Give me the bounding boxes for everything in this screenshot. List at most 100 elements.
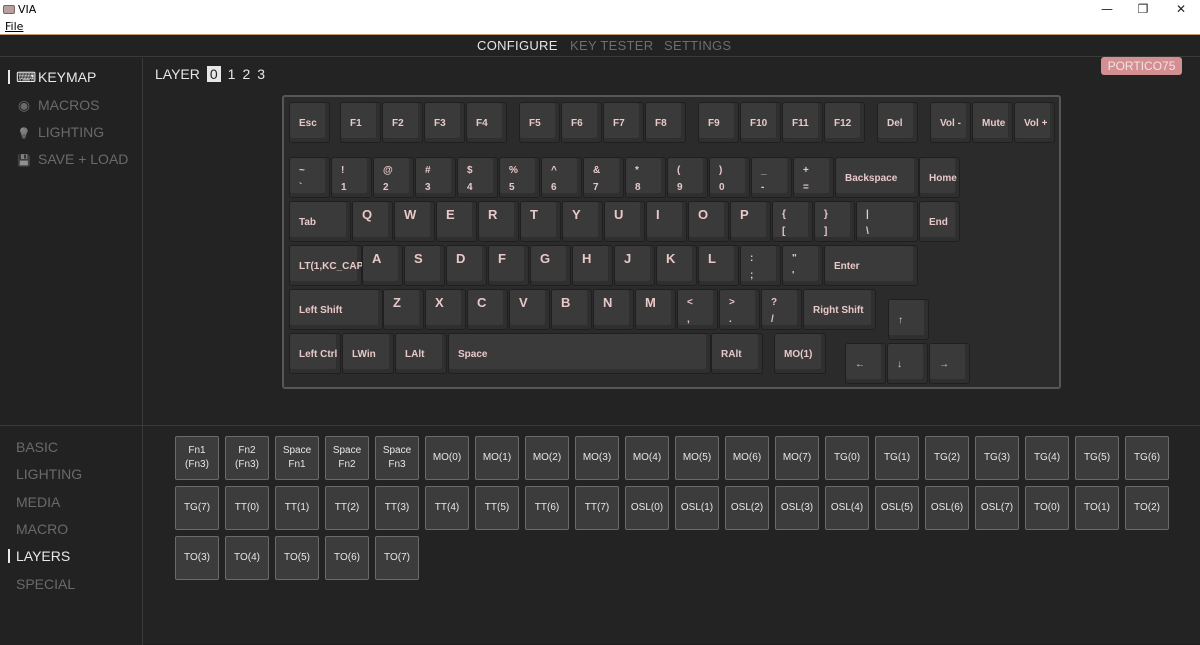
key[interactable]: Left Ctrl bbox=[289, 333, 341, 374]
key[interactable]: * 8 bbox=[625, 157, 667, 198]
key[interactable]: U bbox=[604, 201, 646, 242]
key[interactable]: V bbox=[509, 289, 551, 330]
sidebar-item-save-load[interactable]: 💾 SAVE + LOAD bbox=[16, 151, 128, 167]
key[interactable]: Del bbox=[877, 102, 919, 143]
key[interactable]: < , bbox=[677, 289, 719, 330]
key[interactable]: LWin bbox=[342, 333, 394, 374]
key[interactable]: W bbox=[394, 201, 436, 242]
sidebar-item-macros[interactable]: ◉ MACROS bbox=[16, 97, 100, 114]
keycode-button[interactable]: TT(1) bbox=[275, 486, 319, 530]
keycode-button[interactable]: TG(5) bbox=[1075, 436, 1119, 480]
key[interactable]: % 5 bbox=[499, 157, 541, 198]
key[interactable]: N bbox=[593, 289, 635, 330]
keycode-button[interactable]: TG(3) bbox=[975, 436, 1019, 480]
key[interactable]: $ 4 bbox=[457, 157, 499, 198]
key[interactable]: | \ bbox=[856, 201, 919, 242]
keycode-button[interactable]: TO(2) bbox=[1125, 486, 1169, 530]
layer-2-button[interactable]: 2 bbox=[242, 66, 250, 82]
category-layers[interactable]: LAYERS bbox=[7, 548, 70, 564]
key[interactable]: { [ bbox=[772, 201, 814, 242]
keycode-button[interactable]: TO(0) bbox=[1025, 486, 1069, 530]
keycode-button[interactable]: Fn1 (Fn3) bbox=[175, 436, 219, 480]
key[interactable]: Space bbox=[448, 333, 712, 374]
key[interactable]: " ' bbox=[782, 245, 824, 286]
key[interactable]: Backspace bbox=[835, 157, 919, 198]
maximize-button[interactable]: ❐ bbox=[1128, 1, 1158, 17]
key[interactable]: > . bbox=[719, 289, 761, 330]
keycode-button[interactable]: TO(1) bbox=[1075, 486, 1119, 530]
layer-1-button[interactable]: 1 bbox=[228, 66, 236, 82]
keycode-button[interactable]: TO(5) bbox=[275, 536, 319, 580]
tab-configure[interactable]: CONFIGURE bbox=[477, 38, 558, 53]
key[interactable]: X bbox=[425, 289, 467, 330]
keycode-button[interactable]: TG(0) bbox=[825, 436, 869, 480]
keycode-button[interactable]: TT(5) bbox=[475, 486, 519, 530]
keycode-button[interactable]: OSL(4) bbox=[825, 486, 869, 530]
key[interactable]: Q bbox=[352, 201, 394, 242]
key[interactable]: F6 bbox=[561, 102, 603, 143]
category-macro[interactable]: MACRO bbox=[16, 521, 68, 537]
key[interactable]: Tab bbox=[289, 201, 352, 242]
key[interactable]: ← bbox=[845, 343, 887, 384]
key[interactable]: R bbox=[478, 201, 520, 242]
key[interactable]: ^ 6 bbox=[541, 157, 583, 198]
key[interactable]: G bbox=[530, 245, 572, 286]
key[interactable]: Vol - bbox=[930, 102, 972, 143]
key[interactable]: L bbox=[698, 245, 740, 286]
sidebar-item-lighting[interactable]: 💡 LIGHTING bbox=[16, 124, 104, 140]
key[interactable]: Home bbox=[919, 157, 961, 198]
key[interactable]: # 3 bbox=[415, 157, 457, 198]
keycode-button[interactable]: MO(0) bbox=[425, 436, 469, 480]
keycode-button[interactable]: MO(2) bbox=[525, 436, 569, 480]
key[interactable]: : ; bbox=[740, 245, 782, 286]
category-basic[interactable]: BASIC bbox=[16, 439, 58, 455]
key[interactable]: Enter bbox=[824, 245, 919, 286]
keycode-button[interactable]: TT(6) bbox=[525, 486, 569, 530]
key[interactable]: E bbox=[436, 201, 478, 242]
key[interactable]: ) 0 bbox=[709, 157, 751, 198]
key[interactable]: I bbox=[646, 201, 688, 242]
keycode-button[interactable]: MO(1) bbox=[475, 436, 519, 480]
close-button[interactable]: ✕ bbox=[1166, 1, 1196, 17]
key[interactable]: B bbox=[551, 289, 593, 330]
keycode-button[interactable]: OSL(7) bbox=[975, 486, 1019, 530]
keycode-button[interactable]: OSL(2) bbox=[725, 486, 769, 530]
key[interactable]: A bbox=[362, 245, 404, 286]
key[interactable]: ! 1 bbox=[331, 157, 373, 198]
key[interactable]: Esc bbox=[289, 102, 331, 143]
category-lighting[interactable]: LIGHTING bbox=[16, 466, 82, 482]
key[interactable]: M bbox=[635, 289, 677, 330]
key[interactable]: F8 bbox=[645, 102, 687, 143]
key[interactable]: Y bbox=[562, 201, 604, 242]
keycode-button[interactable]: TO(3) bbox=[175, 536, 219, 580]
keycode-button[interactable]: Space Fn2 bbox=[325, 436, 369, 480]
key[interactable]: P bbox=[730, 201, 772, 242]
minimize-button[interactable]: — bbox=[1092, 1, 1122, 17]
keycode-button[interactable]: TG(6) bbox=[1125, 436, 1169, 480]
keycode-button[interactable]: TT(7) bbox=[575, 486, 619, 530]
key[interactable]: F10 bbox=[740, 102, 782, 143]
keycode-button[interactable]: TT(3) bbox=[375, 486, 419, 530]
key[interactable]: ↓ bbox=[887, 343, 929, 384]
keycode-button[interactable]: TO(4) bbox=[225, 536, 269, 580]
key[interactable]: Z bbox=[383, 289, 425, 330]
key[interactable]: Mute bbox=[972, 102, 1014, 143]
keycode-button[interactable]: OSL(3) bbox=[775, 486, 819, 530]
key[interactable]: O bbox=[688, 201, 730, 242]
key[interactable]: Right Shift bbox=[803, 289, 877, 330]
keycode-button[interactable]: Fn2 (Fn3) bbox=[225, 436, 269, 480]
key[interactable]: Vol + bbox=[1014, 102, 1056, 143]
key[interactable]: J bbox=[614, 245, 656, 286]
key[interactable]: F bbox=[488, 245, 530, 286]
keycode-button[interactable]: OSL(0) bbox=[625, 486, 669, 530]
key[interactable]: D bbox=[446, 245, 488, 286]
keycode-button[interactable]: OSL(6) bbox=[925, 486, 969, 530]
tab-key-tester[interactable]: KEY TESTER bbox=[570, 38, 653, 53]
key[interactable]: RAlt bbox=[711, 333, 763, 374]
category-media[interactable]: MEDIA bbox=[16, 494, 60, 510]
keycode-button[interactable]: TT(0) bbox=[225, 486, 269, 530]
key[interactable]: K bbox=[656, 245, 698, 286]
key[interactable]: _ - bbox=[751, 157, 793, 198]
key[interactable]: S bbox=[404, 245, 446, 286]
keycode-button[interactable]: MO(4) bbox=[625, 436, 669, 480]
